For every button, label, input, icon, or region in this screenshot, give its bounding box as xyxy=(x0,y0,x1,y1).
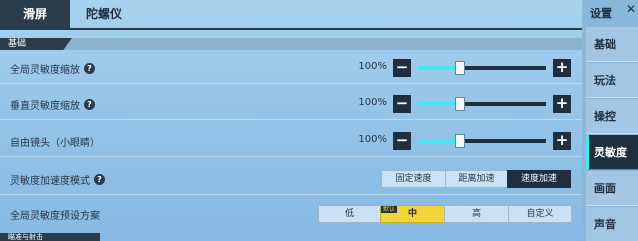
row-label: 全局灵敏度缩放 ? xyxy=(10,61,95,76)
row-label-text: 灵敏度加速度模式 xyxy=(10,176,90,187)
row-label: 全局灵敏度预设方案 xyxy=(10,207,100,222)
settings-sidebar: 设置 ✕ 基础 玩法 操控 灵敏度 画面 声音 xyxy=(582,0,638,241)
slider-row-vertical: 垂直灵敏度缩放 ? 100% − + xyxy=(0,88,582,120)
sidebar-item-sensitivity[interactable]: 灵敏度 xyxy=(586,135,638,170)
slider-track[interactable] xyxy=(418,61,546,75)
increase-button[interactable]: + xyxy=(553,59,571,77)
section-title: 基础 xyxy=(0,38,72,50)
sidebar-item-basic[interactable]: 基础 xyxy=(586,27,638,62)
slider-row-free-look: 自由镜头（小眼睛） 100% − + xyxy=(0,125,582,157)
preset-row: 全局灵敏度预设方案 低 默认 中 高 自定义 xyxy=(0,198,582,230)
option-speed-accel[interactable]: 速度加速 xyxy=(507,170,571,188)
help-icon[interactable]: ? xyxy=(84,63,95,74)
decrease-button[interactable]: − xyxy=(393,95,411,113)
sidebar-item-sound[interactable]: 声音 xyxy=(586,207,638,241)
percent-value: 100% xyxy=(358,97,387,108)
slider-handle[interactable] xyxy=(455,61,466,75)
decrease-button[interactable]: − xyxy=(393,59,411,77)
row-label: 灵敏度加速度模式 ? xyxy=(10,172,105,187)
slider-track[interactable] xyxy=(418,97,546,111)
section-header-basic: 基础 xyxy=(0,38,582,50)
row-label: 垂直灵敏度缩放 ? xyxy=(10,97,95,112)
help-icon[interactable]: ? xyxy=(94,174,105,185)
tab-swipe[interactable]: 滑屏 xyxy=(0,0,70,28)
row-label-text: 全局灵敏度缩放 xyxy=(10,65,80,76)
tab-gyroscope[interactable]: 陀螺仪 xyxy=(70,0,138,28)
slider-row-global: 全局灵敏度缩放 ? 100% − + xyxy=(0,52,582,84)
slider-fill xyxy=(418,139,461,143)
settings-panel: 滑屏 陀螺仪 基础 全局灵敏度缩放 ? 100% − + 垂直灵敏度缩放 ? 1… xyxy=(0,0,582,241)
mode-tabs: 滑屏 陀螺仪 xyxy=(0,0,138,28)
decrease-button[interactable]: − xyxy=(393,132,411,150)
sidebar-item-gameplay[interactable]: 玩法 xyxy=(586,63,638,98)
row-label-text: 垂直灵敏度缩放 xyxy=(10,101,80,112)
section-header-aim: 瞄准与射击 xyxy=(0,233,100,241)
default-badge: 默认 xyxy=(381,206,398,213)
option-custom[interactable]: 自定义 xyxy=(508,205,572,223)
percent-value: 100% xyxy=(358,61,387,72)
row-label: 自由镜头（小眼睛） xyxy=(10,134,100,149)
slider-fill xyxy=(418,102,461,106)
increase-button[interactable]: + xyxy=(553,95,571,113)
slider-fill xyxy=(418,66,461,70)
row-label-text: 全局灵敏度预设方案 xyxy=(10,211,100,222)
option-medium-label: 中 xyxy=(407,209,417,219)
slider-track[interactable] xyxy=(418,134,546,148)
option-low[interactable]: 低 xyxy=(318,205,380,223)
slider-handle[interactable] xyxy=(455,97,466,111)
option-high[interactable]: 高 xyxy=(444,205,508,223)
percent-value: 100% xyxy=(358,134,387,145)
sidebar-item-controls[interactable]: 操控 xyxy=(586,99,638,134)
tab-underline xyxy=(0,28,582,30)
slider-handle[interactable] xyxy=(455,134,466,148)
sidebar-item-graphics[interactable]: 画面 xyxy=(586,171,638,206)
accel-mode-selector: 固定速度 距离加速 速度加速 xyxy=(381,170,571,188)
help-icon[interactable]: ? xyxy=(84,99,95,110)
sidebar-title: 设置 xyxy=(590,7,612,20)
accel-mode-row: 灵敏度加速度模式 ? 固定速度 距离加速 速度加速 xyxy=(0,163,582,195)
option-medium[interactable]: 默认 中 xyxy=(380,205,444,223)
close-icon[interactable]: ✕ xyxy=(626,2,636,16)
option-fixed-speed[interactable]: 固定速度 xyxy=(381,170,445,188)
increase-button[interactable]: + xyxy=(553,132,571,150)
row-label-text: 自由镜头（小眼睛） xyxy=(10,138,100,149)
preset-selector: 低 默认 中 高 自定义 xyxy=(318,205,572,223)
option-distance-accel[interactable]: 距离加速 xyxy=(445,170,507,188)
